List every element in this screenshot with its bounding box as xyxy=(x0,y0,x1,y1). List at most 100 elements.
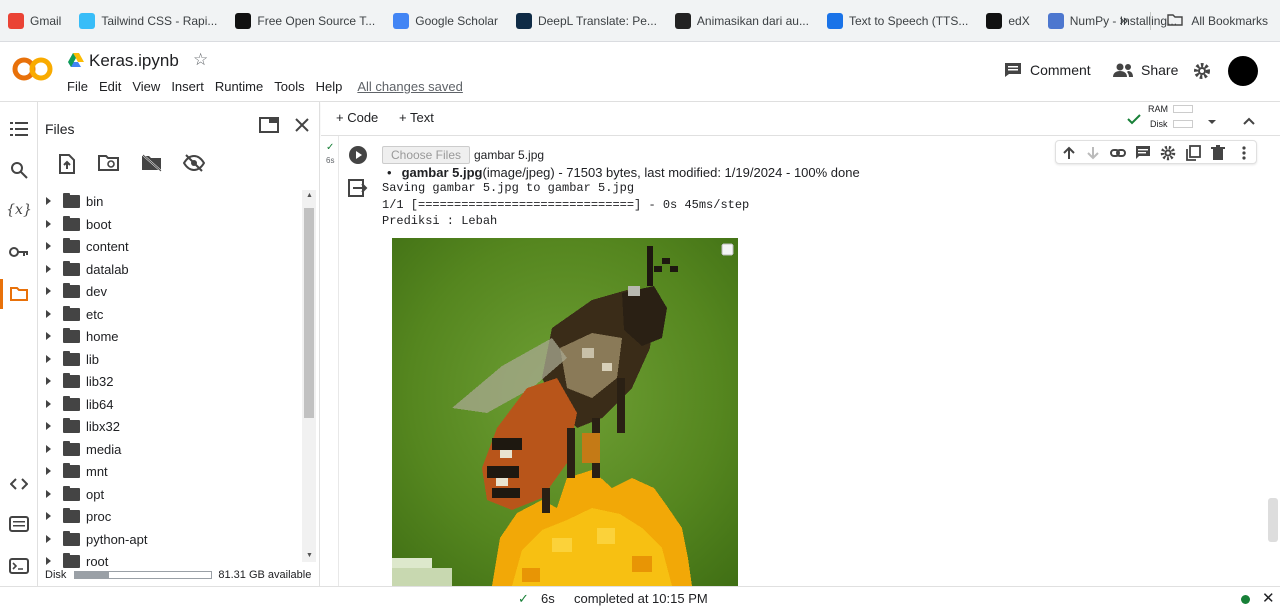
expand-caret-icon[interactable] xyxy=(46,287,51,295)
folder-row[interactable]: opt xyxy=(38,483,302,506)
more-bookmarks-button[interactable]: » xyxy=(1119,12,1128,30)
hide-files-eye-icon[interactable] xyxy=(182,154,206,176)
disk-bar[interactable] xyxy=(1173,120,1193,128)
folder-icon xyxy=(63,350,80,366)
move-down-icon[interactable] xyxy=(1085,145,1101,161)
menu-runtime[interactable]: Runtime xyxy=(215,79,263,94)
expand-caret-icon[interactable] xyxy=(46,467,51,475)
close-status-button[interactable]: ✕ xyxy=(1262,589,1275,607)
menu-file[interactable]: File xyxy=(67,79,88,94)
expand-caret-icon[interactable] xyxy=(46,354,51,363)
output-scrollbar[interactable] xyxy=(1268,498,1278,542)
menu-view[interactable]: View xyxy=(132,79,160,94)
folder-row[interactable]: boot xyxy=(38,213,302,236)
folder-row[interactable]: lib32 xyxy=(38,370,302,393)
folder-row[interactable]: media xyxy=(38,438,302,461)
add-text-button[interactable]: + Text xyxy=(399,110,434,125)
resources-dropdown-icon[interactable] xyxy=(1207,112,1217,130)
files-folder-icon[interactable] xyxy=(9,284,29,304)
settings-gear-icon[interactable] xyxy=(1193,62,1211,80)
folder-row[interactable]: bin xyxy=(38,190,302,213)
collapse-chevron-up-icon[interactable] xyxy=(1243,112,1255,130)
colab-logo[interactable] xyxy=(12,54,54,84)
comment-button[interactable]: Comment xyxy=(1004,62,1091,78)
expand-caret-icon[interactable] xyxy=(46,219,51,228)
menu-insert[interactable]: Insert xyxy=(171,79,204,94)
folder-row[interactable]: lib64 xyxy=(38,393,302,416)
comment-cell-icon[interactable] xyxy=(1135,145,1151,161)
run-cell-button[interactable] xyxy=(349,146,367,164)
ram-bar[interactable] xyxy=(1173,105,1193,113)
command-palette-icon[interactable] xyxy=(9,514,29,534)
expand-caret-icon[interactable] xyxy=(46,377,51,385)
expand-caret-icon[interactable] xyxy=(46,489,51,498)
open-in-tab-icon[interactable] xyxy=(259,117,279,138)
unmount-drive-icon[interactable] xyxy=(141,154,163,176)
add-code-button[interactable]: + Code xyxy=(336,110,378,125)
mirror-cell-icon[interactable] xyxy=(1185,145,1201,161)
code-snippets-icon[interactable] xyxy=(9,474,29,494)
folder-row[interactable]: datalab xyxy=(38,258,302,281)
scroll-up-arrow[interactable]: ▲ xyxy=(306,192,313,199)
close-panel-icon[interactable] xyxy=(294,117,310,138)
bookmark-item[interactable]: Google Scholar xyxy=(393,12,498,29)
folder-row[interactable]: lib xyxy=(38,348,302,371)
file-tree-scroll-thumb[interactable] xyxy=(304,208,314,418)
menu-help[interactable]: Help xyxy=(316,79,343,94)
folder-row[interactable]: python-apt xyxy=(38,528,302,551)
bookmark-item[interactable]: Text to Speech (TTS... xyxy=(826,12,968,29)
output-line-prediction: Prediksi : Lebah xyxy=(382,214,498,228)
terminal-icon[interactable] xyxy=(9,556,29,576)
bookmark-item[interactable]: Tailwind CSS - Rapi... xyxy=(79,12,217,29)
expand-caret-icon[interactable] xyxy=(46,422,51,430)
bookmark-item[interactable]: DeepL Translate: Pe... xyxy=(515,12,657,29)
expand-caret-icon[interactable] xyxy=(46,512,51,520)
star-icon[interactable]: ☆ xyxy=(193,50,208,70)
refresh-folder-icon[interactable] xyxy=(98,154,120,176)
secrets-key-icon[interactable] xyxy=(9,242,29,262)
delete-cell-icon[interactable] xyxy=(1210,145,1226,161)
expand-caret-icon[interactable] xyxy=(46,264,51,273)
expand-caret-icon[interactable] xyxy=(46,534,51,543)
folder-row[interactable]: dev xyxy=(38,280,302,303)
folder-row[interactable]: proc xyxy=(38,505,302,528)
code-cell[interactable]: ✓ 6s Choose Files gambar 5.jpg • gambar 5… xyxy=(321,136,1280,586)
move-up-icon[interactable] xyxy=(1061,145,1077,161)
share-button[interactable]: Share xyxy=(1113,62,1178,78)
folder-row[interactable]: content xyxy=(38,235,302,258)
output-redirect-icon[interactable] xyxy=(348,179,368,197)
bookmark-item[interactable]: Animasikan dari au... xyxy=(674,12,809,29)
more-options-icon[interactable] xyxy=(1236,145,1252,161)
bookmark-item[interactable]: edX xyxy=(986,12,1030,29)
share-people-icon xyxy=(1113,63,1133,77)
bookmark-item[interactable]: Gmail xyxy=(8,12,61,29)
expand-caret-icon[interactable] xyxy=(46,309,51,318)
choose-files-button[interactable]: Choose Files xyxy=(382,146,470,164)
menu-edit[interactable]: Edit xyxy=(99,79,121,94)
menu-tools[interactable]: Tools xyxy=(274,79,304,94)
account-avatar[interactable] xyxy=(1228,56,1258,86)
expand-caret-icon[interactable] xyxy=(46,197,51,205)
scroll-down-arrow[interactable]: ▼ xyxy=(306,552,313,559)
folder-row[interactable]: mnt xyxy=(38,460,302,483)
folder-icon xyxy=(63,283,80,298)
expand-caret-icon[interactable] xyxy=(46,332,51,340)
expand-caret-icon[interactable] xyxy=(46,242,51,250)
bookmark-item[interactable]: Free Open Source T... xyxy=(235,12,375,29)
expand-caret-icon[interactable] xyxy=(46,444,51,453)
cell-settings-gear-icon[interactable] xyxy=(1160,145,1176,161)
link-icon[interactable] xyxy=(1110,145,1126,161)
google-drive-icon[interactable] xyxy=(68,53,84,67)
expand-caret-icon[interactable] xyxy=(46,399,51,408)
all-bookmarks-button[interactable]: All Bookmarks xyxy=(1191,14,1268,28)
folder-row[interactable]: libx32 xyxy=(38,415,302,438)
notebook-title[interactable]: Keras.ipynb xyxy=(89,51,179,71)
search-icon[interactable] xyxy=(9,160,29,180)
save-status[interactable]: All changes saved xyxy=(357,79,463,94)
upload-file-icon[interactable] xyxy=(58,154,80,176)
folder-row[interactable]: etc xyxy=(38,303,302,326)
expand-caret-icon[interactable] xyxy=(46,557,51,565)
variables-icon[interactable]: {x} xyxy=(6,200,32,220)
folder-row[interactable]: home xyxy=(38,325,302,348)
table-of-contents-icon[interactable] xyxy=(9,119,29,139)
